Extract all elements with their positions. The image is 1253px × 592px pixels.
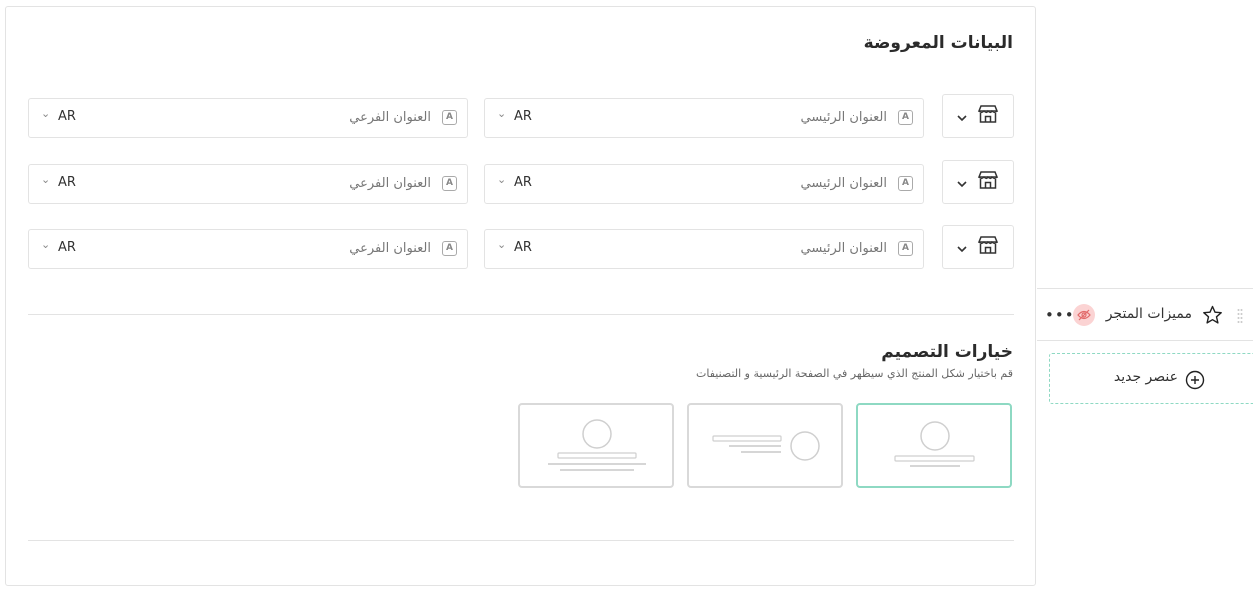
settings-panel: البيانات المعروضة A العنوان الرئيسي AR ⌄… <box>5 6 1036 586</box>
data-row: A العنوان الرئيسي AR ⌄ A العنوان الفرعي … <box>6 160 1037 204</box>
language-select[interactable]: AR <box>514 240 532 255</box>
subtitle-field[interactable]: A العنوان الفرعي AR ⌄ <box>28 229 468 269</box>
language-select[interactable]: AR <box>514 175 532 190</box>
add-circle-icon <box>1185 370 1205 394</box>
sidebar-item-label: مميزات المتجر <box>1105 306 1192 322</box>
design-option-card[interactable] <box>687 403 843 488</box>
design-options-title: خيارات التصميم <box>881 342 1013 362</box>
store-icon-selector[interactable] <box>942 225 1014 269</box>
main-title-label: العنوان الرئيسي <box>800 176 888 191</box>
divider <box>28 314 1014 315</box>
store-icon-selector[interactable] <box>942 94 1014 138</box>
design-option-card[interactable] <box>518 403 674 488</box>
subtitle-field[interactable]: A العنوان الفرعي AR ⌄ <box>28 98 468 138</box>
design-options-description: قم باختيار شكل المنتج الذي سيظهر في الصف… <box>696 367 1013 380</box>
text-icon: A <box>442 241 457 256</box>
store-icon <box>977 104 999 128</box>
sidebar-item-store-features[interactable]: مميزات المتجر ••• <box>1037 288 1253 341</box>
divider <box>28 540 1014 541</box>
star-icon <box>1202 305 1223 329</box>
text-icon: A <box>898 176 913 191</box>
main-title-label: العنوان الرئيسي <box>800 110 888 125</box>
language-select[interactable]: AR <box>58 175 76 190</box>
store-icon <box>977 170 999 194</box>
chevron-down-icon <box>957 173 967 192</box>
chevron-down-icon[interactable]: ⌄ <box>41 238 50 251</box>
language-select[interactable]: AR <box>514 109 532 124</box>
data-row: A العنوان الرئيسي AR ⌄ A العنوان الفرعي … <box>6 94 1037 138</box>
language-select[interactable]: AR <box>58 240 76 255</box>
subtitle-label: العنوان الفرعي <box>349 176 431 191</box>
chevron-down-icon[interactable]: ⌄ <box>41 173 50 186</box>
language-select[interactable]: AR <box>58 109 76 124</box>
chevron-down-icon[interactable]: ⌄ <box>41 107 50 120</box>
subtitle-field[interactable]: A العنوان الفرعي AR ⌄ <box>28 164 468 204</box>
subtitle-label: العنوان الفرعي <box>349 110 431 125</box>
text-icon: A <box>898 110 913 125</box>
main-title-field[interactable]: A العنوان الرئيسي AR ⌄ <box>484 164 924 204</box>
chevron-down-icon[interactable]: ⌄ <box>497 107 506 120</box>
text-icon: A <box>442 176 457 191</box>
main-title-field[interactable]: A العنوان الرئيسي AR ⌄ <box>484 229 924 269</box>
drag-handle-icon[interactable] <box>1237 308 1243 328</box>
store-icon <box>977 235 999 259</box>
store-icon-selector[interactable] <box>942 160 1014 204</box>
text-icon: A <box>898 241 913 256</box>
chevron-down-icon[interactable]: ⌄ <box>497 173 506 186</box>
data-row: A العنوان الرئيسي AR ⌄ A العنوان الفرعي … <box>6 225 1037 269</box>
displayed-data-title: البيانات المعروضة <box>863 33 1013 53</box>
add-new-item-button[interactable]: عنصر جديد <box>1049 353 1253 404</box>
subtitle-label: العنوان الفرعي <box>349 241 431 256</box>
chevron-down-icon[interactable]: ⌄ <box>497 238 506 251</box>
design-option-card[interactable] <box>856 403 1012 488</box>
main-title-field[interactable]: A العنوان الرئيسي AR ⌄ <box>484 98 924 138</box>
text-icon: A <box>442 110 457 125</box>
main-title-label: العنوان الرئيسي <box>800 241 888 256</box>
visibility-off-icon[interactable] <box>1073 304 1095 326</box>
chevron-down-icon <box>957 238 967 257</box>
chevron-down-icon <box>957 107 967 126</box>
add-new-item-label: عنصر جديد <box>1113 369 1178 385</box>
more-options-icon[interactable]: ••• <box>1045 306 1075 324</box>
